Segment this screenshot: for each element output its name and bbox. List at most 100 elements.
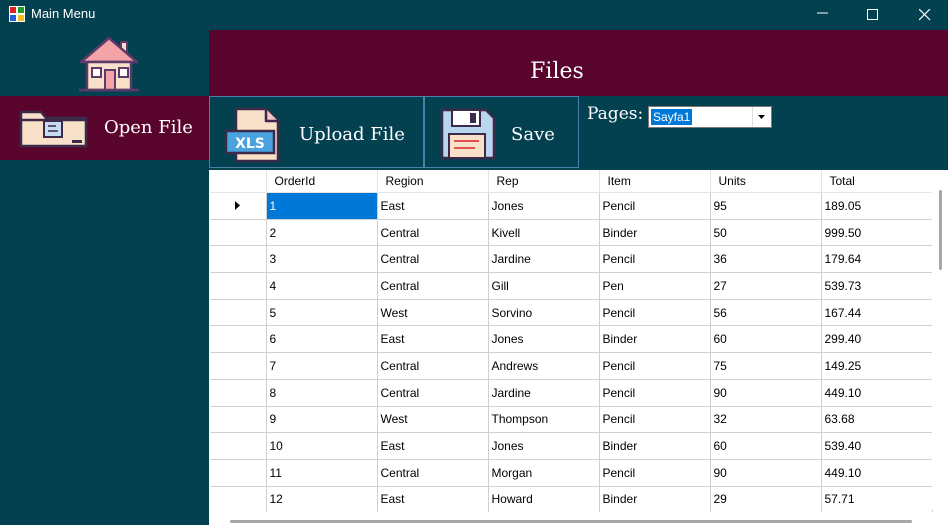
table-row[interactable]: 3 Central Jardine Pencil 36 179.64 [210,245,933,274]
table-cell[interactable]: 56 [710,299,822,327]
vertical-scrollbar[interactable] [932,170,948,510]
table-cell[interactable]: 75 [710,352,822,380]
maximize-button[interactable] [850,0,896,30]
table-row[interactable]: 11 Central Morgan Pencil 90 449.10 [210,459,933,487]
table-cell[interactable]: 6 [266,325,378,354]
table-cell[interactable]: 449.10 [821,379,933,407]
row-header[interactable] [210,299,267,327]
table-cell[interactable]: Morgan [488,459,600,487]
table-cell[interactable]: Central [377,219,489,247]
horizontal-scroll-thumb[interactable] [230,520,912,523]
table-cell[interactable]: East [377,486,489,514]
table-cell[interactable]: 36 [710,245,822,274]
column-header[interactable]: Region [377,170,489,193]
row-header[interactable] [210,352,267,380]
table-cell[interactable]: Binder [599,432,711,460]
table-cell[interactable]: 999.50 [821,219,933,247]
row-header[interactable] [210,459,267,487]
table-cell[interactable]: 10 [266,432,378,460]
table-cell[interactable]: 8 [266,379,378,407]
table-cell[interactable]: Gill [488,272,600,300]
table-cell[interactable]: 149.25 [821,352,933,380]
data-grid[interactable]: OrderId Region Rep Item Units Total 1 Ea… [210,170,948,525]
open-file-button[interactable]: Open File [0,96,209,160]
table-cell[interactable]: 50 [710,219,822,247]
table-cell[interactable]: East [377,192,489,220]
table-cell[interactable]: Jardine [488,245,600,274]
column-header[interactable]: Item [599,170,711,193]
table-cell[interactable]: 57.71 [821,486,933,514]
row-header[interactable] [210,379,267,407]
table-row[interactable]: 4 Central Gill Pen 27 539.73 [210,272,933,300]
table-cell[interactable]: Kivell [488,219,600,247]
table-cell[interactable]: 90 [710,459,822,487]
table-row[interactable]: 5 West Sorvino Pencil 56 167.44 [210,299,933,327]
table-cell[interactable]: 63.68 [821,406,933,434]
row-header[interactable] [210,406,267,434]
table-cell[interactable]: Central [377,272,489,300]
table-cell[interactable]: Central [377,459,489,487]
table-cell[interactable]: Binder [599,325,711,354]
row-header[interactable] [210,432,267,460]
table-cell[interactable]: Pencil [599,379,711,407]
table-cell[interactable]: 95 [710,192,822,220]
table-row[interactable]: 8 Central Jardine Pencil 90 449.10 [210,379,933,407]
table-cell[interactable]: 12 [266,486,378,514]
table-cell[interactable]: East [377,432,489,460]
table-cell[interactable]: Central [377,379,489,407]
table-cell[interactable]: 539.73 [821,272,933,300]
table-cell[interactable]: Pencil [599,352,711,380]
table-cell[interactable]: Central [377,245,489,274]
table-cell[interactable]: Pencil [599,245,711,274]
table-cell[interactable]: 5 [266,299,378,327]
column-header[interactable]: OrderId [266,170,378,193]
table-cell[interactable]: 90 [710,379,822,407]
table-cell[interactable]: 1 [266,192,378,220]
table-cell[interactable]: Pencil [599,192,711,220]
table-cell[interactable]: 2 [266,219,378,247]
table-cell[interactable]: 299.40 [821,325,933,354]
table-cell[interactable]: Jones [488,325,600,354]
column-header[interactable]: Units [710,170,822,193]
table-cell[interactable]: 539.40 [821,432,933,460]
table-cell[interactable]: Binder [599,219,711,247]
table-cell[interactable]: Jones [488,192,600,220]
table-cell[interactable]: West [377,406,489,434]
table-cell[interactable]: Binder [599,486,711,514]
table-cell[interactable]: Andrews [488,352,600,380]
table-cell[interactable]: 189.05 [821,192,933,220]
table-cell[interactable]: Pencil [599,299,711,327]
table-cell[interactable]: 3 [266,245,378,274]
table-cell[interactable]: 449.10 [821,459,933,487]
minimize-button[interactable] [800,0,846,30]
row-header[interactable] [210,192,267,220]
table-cell[interactable]: 32 [710,406,822,434]
table-row[interactable]: 10 East Jones Binder 60 539.40 [210,432,933,460]
pages-select[interactable]: Sayfa1 [648,106,772,128]
table-cell[interactable]: 179.64 [821,245,933,274]
table-row[interactable]: 12 East Howard Binder 29 57.71 [210,486,933,514]
column-header[interactable]: Total [821,170,933,193]
table-cell[interactable]: 9 [266,406,378,434]
close-button[interactable] [902,0,948,30]
table-cell[interactable]: 4 [266,272,378,300]
table-cell[interactable]: Thompson [488,406,600,434]
table-cell[interactable]: East [377,325,489,354]
horizontal-scrollbar[interactable] [210,512,948,525]
save-button[interactable]: Save [424,96,579,168]
row-header[interactable] [210,486,267,514]
table-cell[interactable]: Pencil [599,459,711,487]
table-cell[interactable]: 27 [710,272,822,300]
table-row[interactable]: 6 East Jones Binder 60 299.40 [210,325,933,354]
table-row[interactable]: 2 Central Kivell Binder 50 999.50 [210,219,933,247]
table-cell[interactable]: 167.44 [821,299,933,327]
row-header[interactable] [210,272,267,300]
column-header[interactable]: Rep [488,170,600,193]
table-cell[interactable]: Pen [599,272,711,300]
row-header[interactable] [210,325,267,354]
table-cell[interactable]: Jones [488,432,600,460]
table-row[interactable]: 1 East Jones Pencil 95 189.05 [210,192,933,220]
table-cell[interactable]: West [377,299,489,327]
table-row[interactable]: 7 Central Andrews Pencil 75 149.25 [210,352,933,380]
table-cell[interactable]: Pencil [599,406,711,434]
